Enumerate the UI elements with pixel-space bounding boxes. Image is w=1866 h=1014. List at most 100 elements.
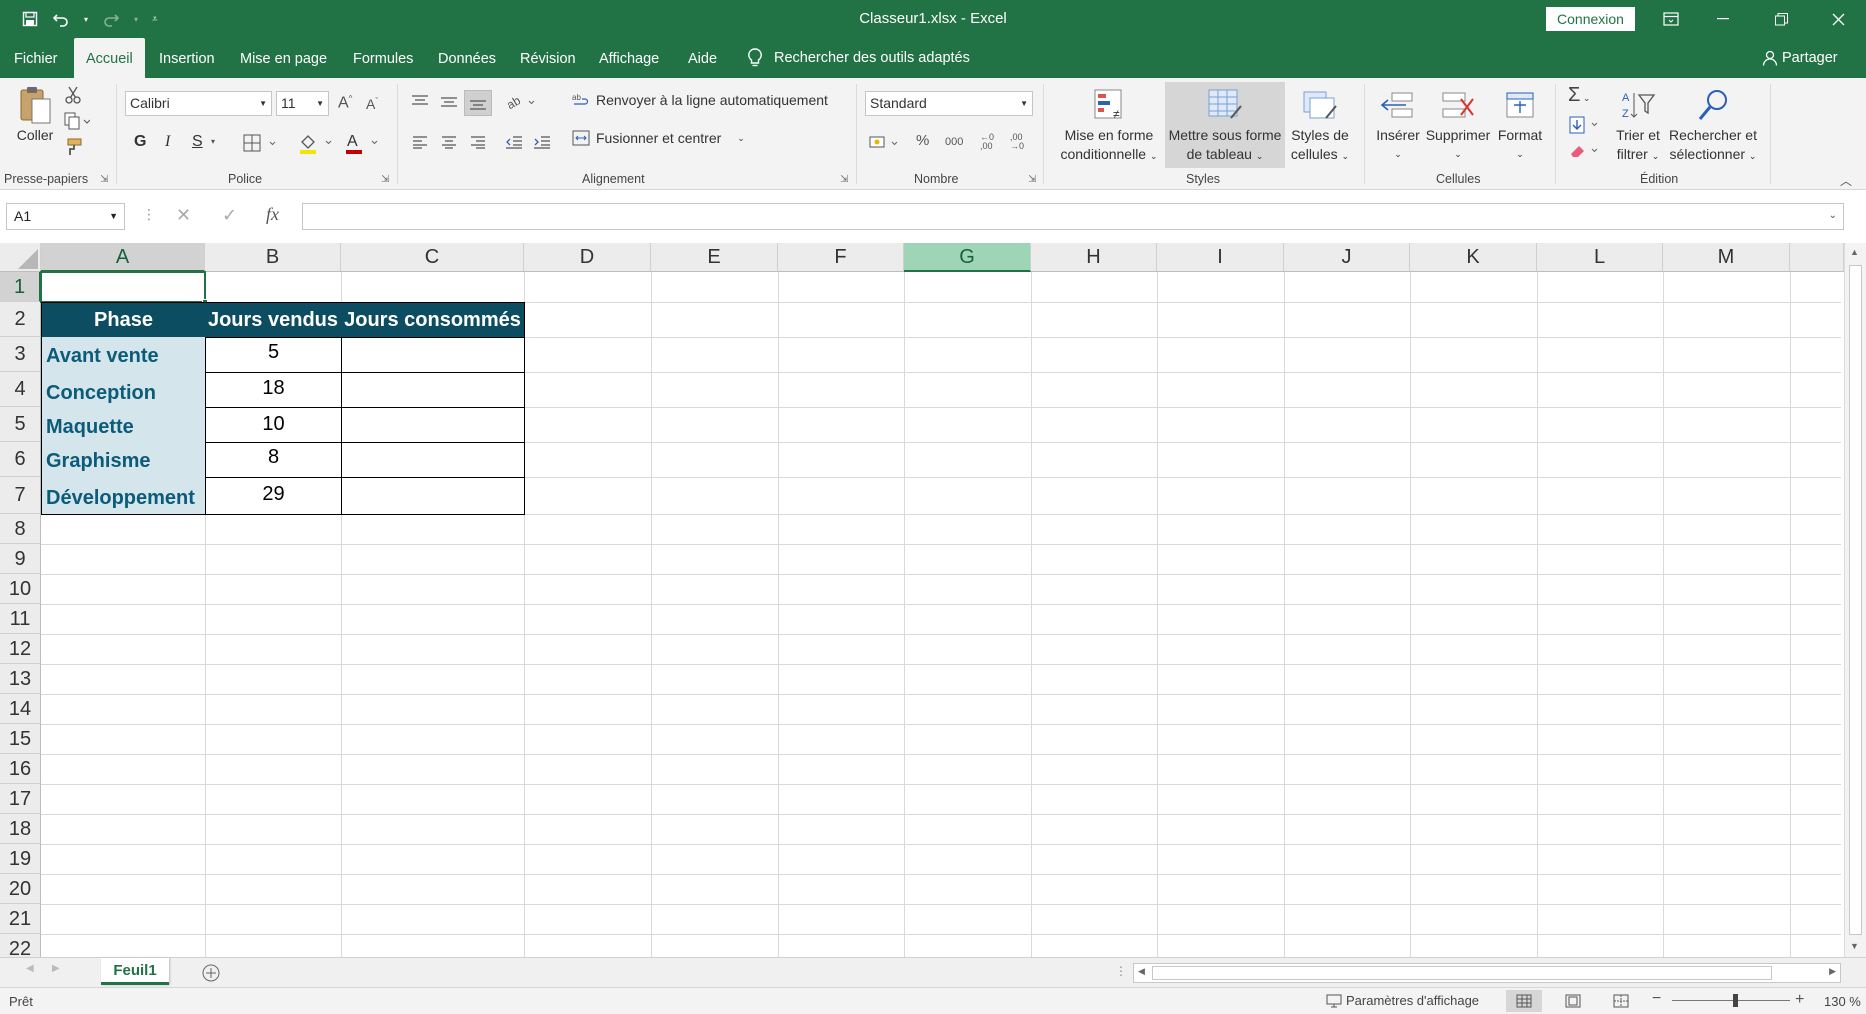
close-icon[interactable] [1815,0,1861,38]
format-cells-button[interactable]: Format ⌄ [1492,126,1548,164]
ribbon-display-options-icon[interactable] [1648,0,1694,38]
table-cell-sold[interactable]: 8 [205,442,342,478]
paste-label[interactable]: Coller [12,126,58,145]
column-header-f[interactable]: F [778,243,904,272]
row-header-19[interactable]: 19 [0,844,41,874]
format-as-table-button[interactable]: Mettre sous forme de tableau ⌄ [1165,126,1285,166]
table-cell-consumed[interactable] [341,442,525,478]
paste-icon[interactable] [14,84,56,126]
scroll-right-icon[interactable]: ▶ [1829,966,1836,977]
horizontal-scroll-thumb[interactable] [1152,966,1772,980]
row-header-20[interactable]: 20 [0,874,41,904]
orientation-icon[interactable]: ab [504,90,540,114]
scroll-left-icon[interactable]: ◀ [1138,966,1145,977]
format-painter-icon[interactable] [62,136,84,158]
increase-indent-icon[interactable] [530,130,554,154]
column-header-e[interactable]: E [651,243,778,272]
zoom-in-button[interactable]: + [1795,991,1804,1009]
insert-function-button[interactable]: fx [266,204,279,225]
cell-styles-icon[interactable] [1300,86,1340,124]
bold-button[interactable]: G [134,133,146,151]
row-header-9[interactable]: 9 [0,544,41,574]
formula-input[interactable]: ⌄ [302,203,1844,230]
chevron-down-icon[interactable]: ▾ [211,137,215,146]
align-left-icon[interactable] [408,130,432,154]
font-name-select[interactable]: Calibri ▼ [125,91,272,116]
borders-icon[interactable] [240,132,280,154]
tab-mise-en-page[interactable]: Mise en page [240,38,327,78]
table-cell-consumed[interactable] [341,407,525,443]
tell-me-box[interactable]: Rechercher des outils adaptés [748,38,970,78]
alignment-launcher-icon[interactable]: ⇲ [840,174,848,185]
format-cells-icon[interactable] [1500,86,1540,124]
sort-filter-button[interactable]: Trier et filtrer ⌄ [1608,126,1668,166]
font-launcher-icon[interactable]: ⇲ [381,174,389,185]
sort-filter-icon[interactable]: AZ [1618,86,1658,124]
column-header-b[interactable]: B [205,243,341,272]
tab-revision[interactable]: Révision [520,38,576,78]
table-cell-consumed[interactable] [341,372,525,408]
table-header-phase[interactable]: Phase [41,302,206,338]
display-settings-button[interactable]: Paramètres d'affichage [1326,993,1479,1008]
column-header-a[interactable]: A [41,243,205,272]
row-header-16[interactable]: 16 [0,754,41,784]
column-header-l[interactable]: L [1537,243,1663,272]
insert-cells-button[interactable]: Insérer ⌄ [1372,126,1424,164]
row-header-22[interactable]: 22 [0,934,41,957]
column-header-c[interactable]: C [341,243,524,272]
wrap-text-button[interactable]: ab Renvoyer à la ligne automatiquement [572,92,828,108]
restore-icon[interactable] [1758,0,1804,38]
row-header-13[interactable]: 13 [0,664,41,694]
select-all-corner[interactable] [0,243,41,272]
table-cell-sold[interactable]: 10 [205,407,342,443]
tab-formules[interactable]: Formules [353,38,413,78]
zoom-level[interactable]: 130 % [1824,994,1861,1009]
align-top-icon[interactable] [408,90,432,114]
tab-aide[interactable]: Aide [688,38,717,78]
format-as-table-icon[interactable] [1205,86,1245,124]
column-header-j[interactable]: J [1284,243,1410,272]
page-break-view-icon[interactable] [1603,990,1639,1012]
table-cell-phase[interactable]: Avant vente [41,337,206,373]
tab-accueil[interactable]: Accueil [74,38,145,78]
row-header-17[interactable]: 17 [0,784,41,814]
increase-font-icon[interactable]: A^ [338,94,352,112]
tab-affichage[interactable]: Affichage [599,38,659,78]
signin-button[interactable]: Connexion [1546,7,1635,31]
tab-donnees[interactable]: Données [438,38,496,78]
row-header-1[interactable]: 1 [0,272,41,302]
decrease-indent-icon[interactable] [502,130,526,154]
share-button[interactable]: Partager [1762,38,1838,78]
vertical-scrollbar[interactable]: ▲ ▼ [1844,243,1866,957]
find-select-icon[interactable] [1694,86,1734,124]
active-cell-a1[interactable] [40,271,206,303]
tab-splitter-icon[interactable]: ⋮ [1115,964,1127,978]
align-center-icon[interactable] [437,130,461,154]
table-cell-phase[interactable]: Graphisme [41,442,206,478]
percent-button[interactable]: % [916,132,929,149]
thousands-button[interactable]: 000 [945,136,963,148]
italic-button[interactable]: I [165,133,170,151]
cell-styles-button[interactable]: Styles de cellules ⌄ [1284,126,1356,166]
row-header-21[interactable]: 21 [0,904,41,934]
row-header-2[interactable]: 2 [0,302,41,337]
copy-icon[interactable] [62,110,92,132]
table-cell-consumed[interactable] [341,477,525,515]
row-header-4[interactable]: 4 [0,372,41,407]
tab-fichier[interactable]: Fichier [14,38,58,78]
formula-bar-splitter-icon[interactable]: ⋮ [142,206,156,223]
table-cell-consumed[interactable] [341,337,525,373]
collapse-ribbon-icon[interactable]: ︿ [1840,172,1852,189]
decrease-font-icon[interactable]: Aˇ [366,96,378,112]
row-header-5[interactable]: 5 [0,407,41,442]
align-right-icon[interactable] [466,130,490,154]
column-header-g[interactable]: G [904,243,1031,272]
table-cell-sold[interactable]: 5 [205,337,342,373]
scroll-up-icon[interactable]: ▲ [1850,247,1859,257]
conditional-formatting-icon[interactable]: ≠ [1090,86,1130,124]
name-box[interactable]: A1 ▼ [6,203,125,230]
normal-view-icon[interactable] [1506,990,1542,1012]
zoom-slider[interactable] [1672,1000,1790,1001]
autosum-icon[interactable]: Σ ⌄ [1568,84,1590,107]
fill-icon[interactable] [1566,114,1606,136]
